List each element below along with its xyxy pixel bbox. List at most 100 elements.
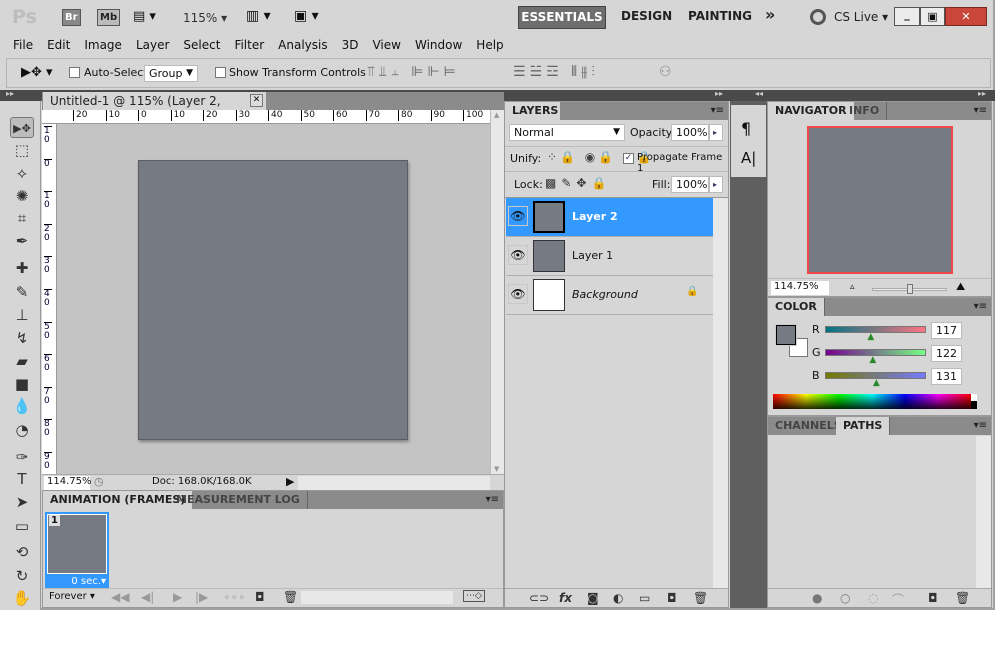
previous-frame-button[interactable]: ◀| <box>141 590 154 604</box>
make-work-path-icon[interactable]: ⌒ <box>892 591 904 608</box>
layer-style-icon[interactable]: fx <box>559 591 572 605</box>
menu-view[interactable]: View <box>365 35 407 55</box>
add-mask-icon[interactable]: ◙ <box>587 591 599 605</box>
3d-rotate-tool-icon[interactable]: ⟲ <box>10 542 34 563</box>
opacity-field[interactable]: 100% <box>671 124 709 141</box>
new-path-icon[interactable]: ◘ <box>928 591 938 605</box>
stroke-path-icon[interactable]: ○ <box>840 591 850 605</box>
minimize-button[interactable]: _ <box>894 7 920 26</box>
collapse-panels-icon[interactable]: ▸▸ <box>715 89 723 98</box>
history-brush-tool-icon[interactable]: ↯ <box>10 328 34 349</box>
menu-file[interactable]: File <box>6 35 40 55</box>
collapse-right-panels-icon[interactable]: ▸▸ <box>978 89 986 98</box>
mini-bridge-button[interactable]: Mb <box>97 9 121 26</box>
color-spectrum-ramp[interactable] <box>773 394 977 409</box>
blue-value-field[interactable]: 131 <box>931 368 962 385</box>
expand-toolbox-icon[interactable]: ▸▸ <box>6 89 14 98</box>
timeline-toggle-button[interactable]: ⋯◇ <box>463 590 485 602</box>
paths-scrollbar[interactable] <box>976 436 991 588</box>
canvas-area[interactable] <box>57 124 490 474</box>
menu-3d[interactable]: 3D <box>335 35 366 55</box>
tab-measurement-log[interactable]: MEASUREMENT LOG <box>169 491 308 509</box>
panel-menu-icon[interactable]: ▾≡ <box>711 105 724 116</box>
fill-path-icon[interactable]: ● <box>812 591 822 605</box>
workspace-essentials[interactable]: ESSENTIALS <box>518 6 606 29</box>
healing-brush-tool-icon[interactable]: ✚ <box>10 258 34 279</box>
propagate-frame-checkbox[interactable]: ✓ <box>623 153 634 164</box>
green-slider-thumb[interactable]: ▲ <box>869 355 876 365</box>
eyedropper-tool-icon[interactable]: ✒ <box>10 231 34 252</box>
red-value-field[interactable]: 117 <box>931 322 962 339</box>
type-tool-icon[interactable]: T <box>10 469 34 490</box>
status-menu-arrow[interactable]: ▶ <box>286 475 294 488</box>
panel-menu-icon[interactable]: ▾≡ <box>974 105 987 116</box>
tween-button[interactable]: ∘∘∘ <box>223 590 246 604</box>
layer-row-background[interactable]: 👁 Background 🔒 <box>506 276 713 315</box>
horizontal-scrollbar[interactable] <box>298 476 490 490</box>
panel-menu-icon[interactable]: ▾≡ <box>486 494 499 505</box>
frame-delay[interactable]: 0 sec.▾ <box>71 576 106 587</box>
arrange-documents-icon[interactable]: ▥ ▾ <box>246 8 271 24</box>
zoom-field[interactable]: 114.75% <box>44 476 92 490</box>
screen-mode-icon[interactable]: ▣ ▾ <box>294 8 319 24</box>
path-selection-tool-icon[interactable]: ➤ <box>10 492 34 513</box>
tab-layers[interactable]: LAYERS <box>505 102 560 120</box>
gradient-tool-icon[interactable]: ■ <box>10 374 34 395</box>
blend-mode-dropdown[interactable]: Normal ▼ <box>509 124 625 141</box>
dodge-tool-icon[interactable]: ◔ <box>10 420 34 441</box>
navigator-zoom-slider[interactable] <box>872 284 947 294</box>
delete-frame-button[interactable]: 🗑 <box>283 590 298 604</box>
close-button[interactable]: ✕ <box>945 7 987 26</box>
delete-layer-icon[interactable]: 🗑 <box>693 591 708 605</box>
layer-row-layer-1[interactable]: 👁 Layer 1 <box>506 237 713 276</box>
navigator-zoom-field[interactable]: 114.75% <box>771 281 829 295</box>
frames-scrollbar[interactable] <box>301 591 453 604</box>
lock-buttons[interactable]: ▩✎✥🔒 <box>545 176 611 190</box>
red-slider-thumb[interactable]: ▲ <box>867 332 874 342</box>
opacity-slider-button[interactable]: ▸ <box>709 124 723 141</box>
close-document-icon[interactable]: ✕ <box>250 94 263 107</box>
green-value-field[interactable]: 122 <box>931 345 962 362</box>
visibility-eye-icon[interactable]: 👁 <box>508 284 528 304</box>
zoom-in-icon[interactable]: ⛰ <box>956 280 965 294</box>
3d-orbit-tool-icon[interactable]: ↻ <box>10 566 34 587</box>
show-transform-checkbox[interactable] <box>215 67 226 78</box>
bridge-button[interactable]: Br <box>62 9 81 26</box>
layer-row-layer-2[interactable]: 👁 Layer 2 <box>506 198 713 237</box>
menu-image[interactable]: Image <box>77 35 129 55</box>
load-selection-icon[interactable]: ◌ <box>868 591 878 605</box>
tool-preset-picker[interactable]: ▶✥ ▾ <box>21 65 53 80</box>
zoom-slider-thumb[interactable] <box>907 284 913 294</box>
new-layer-icon[interactable]: ◘ <box>667 591 677 605</box>
menu-window[interactable]: Window <box>408 35 469 55</box>
tab-paths[interactable]: PATHS <box>836 417 891 435</box>
layers-scrollbar[interactable] <box>713 198 728 588</box>
foreground-color-swatch[interactable] <box>776 325 796 345</box>
animation-frame-1[interactable]: 1 0 sec.▾ <box>45 512 109 588</box>
menu-help[interactable]: Help <box>469 35 510 55</box>
delete-path-icon[interactable]: 🗑 <box>955 591 970 605</box>
menu-layer[interactable]: Layer <box>129 35 176 55</box>
loop-dropdown[interactable]: Forever ▾ <box>49 591 95 602</box>
navigator-preview[interactable] <box>807 126 953 274</box>
adjustment-layer-icon[interactable]: ◐ <box>613 591 623 605</box>
workspace-painting[interactable]: PAINTING <box>688 9 752 23</box>
fill-slider-button[interactable]: ▸ <box>709 176 723 193</box>
maximize-button[interactable]: ▣ <box>920 7 945 26</box>
new-group-icon[interactable]: ▭ <box>639 591 650 605</box>
status-options-icon[interactable]: ◷ <box>94 475 104 488</box>
quick-selection-tool-icon[interactable]: ✺ <box>10 186 34 207</box>
align-buttons[interactable]: ⫪⫫⫠ ⊫⊩⊨ <box>367 64 460 80</box>
extras-menu-icon[interactable]: ▤ ▾ <box>133 9 156 24</box>
tab-info[interactable]: INFO <box>842 102 888 120</box>
zoom-out-icon[interactable]: ▵ <box>850 282 855 292</box>
cs-live-menu[interactable]: CS Live ▾ <box>834 10 888 24</box>
hand-tool-icon[interactable]: ✋ <box>10 588 34 609</box>
duplicate-frame-button[interactable]: ◘ <box>255 590 265 604</box>
brush-tool-icon[interactable]: ✎ <box>10 282 34 303</box>
document-tab[interactable]: Untitled-1 @ 115% (Layer 2, RGB/8) * <box>43 92 266 126</box>
panel-menu-icon[interactable]: ▾≡ <box>974 301 987 312</box>
panel-menu-icon[interactable]: ▾≡ <box>974 420 987 431</box>
blur-tool-icon[interactable]: 💧 <box>10 396 34 417</box>
play-button[interactable]: ▶ <box>173 590 182 604</box>
